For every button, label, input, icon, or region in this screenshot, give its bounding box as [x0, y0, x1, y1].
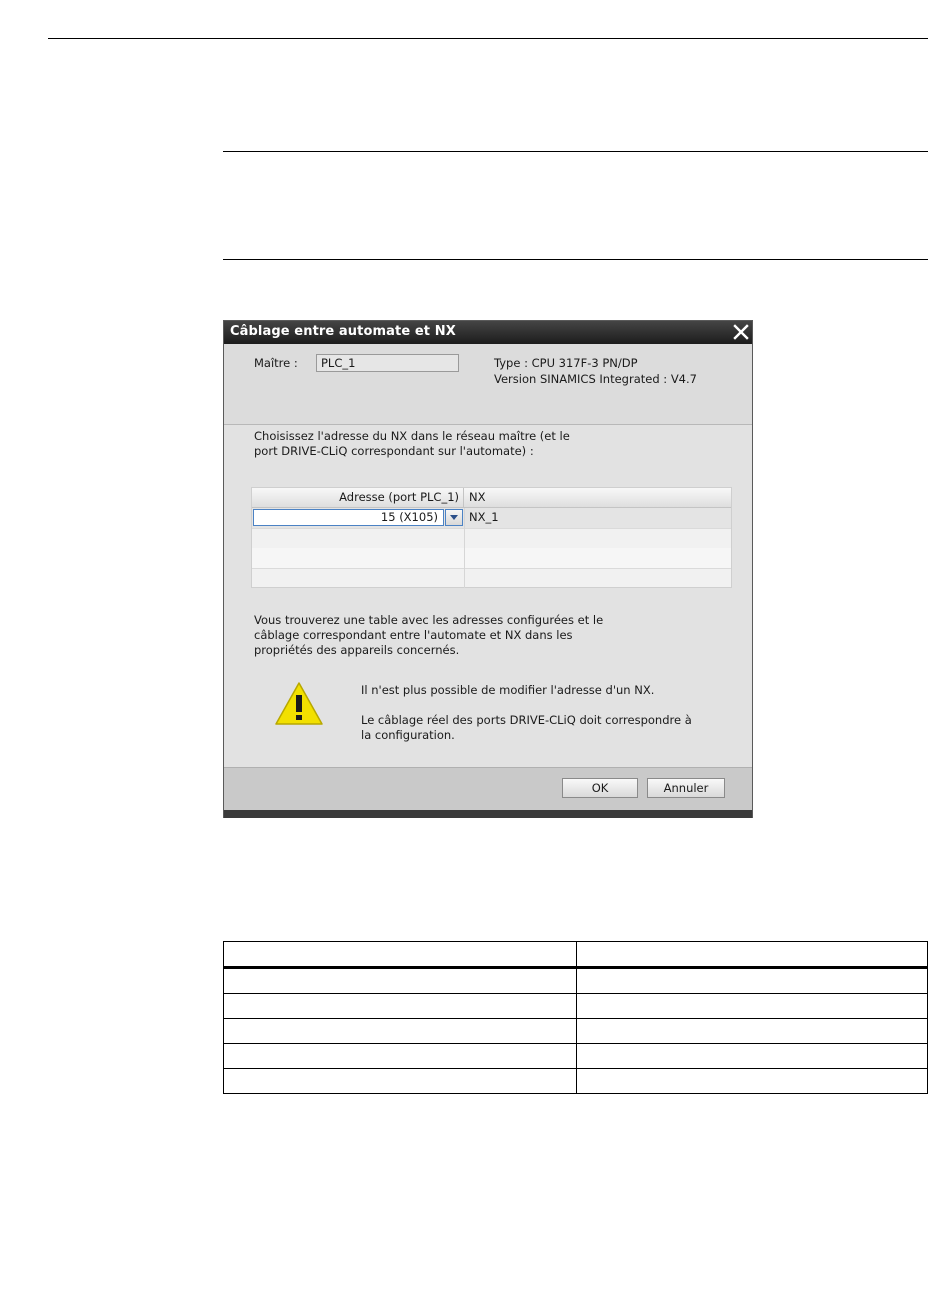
address-dropdown-button[interactable]	[445, 509, 463, 526]
table-header: Adresse (port PLC_1) NX	[252, 488, 731, 508]
note-rule-bottom	[223, 259, 928, 260]
close-icon[interactable]	[732, 323, 750, 341]
warning-icon	[275, 682, 323, 725]
table-row	[223, 993, 928, 1019]
table-row[interactable]: 15 (X105) NX_1	[252, 508, 731, 529]
table-row-empty	[252, 548, 731, 569]
info-note: Vous trouverez une table avec les adress…	[254, 613, 604, 657]
table-row	[223, 1043, 928, 1069]
warning-text-1: Il n'est plus possible de modifier l'adr…	[361, 683, 655, 697]
column-header-nx: NX	[469, 490, 486, 504]
dialog-body: Choisissez l'adresse du NX dans le résea…	[224, 425, 752, 767]
button-bar: OK Annuler	[224, 767, 752, 811]
table-row-empty	[252, 528, 731, 549]
ok-button[interactable]: OK	[562, 778, 638, 798]
chevron-down-icon	[450, 515, 458, 520]
table-row	[223, 1068, 928, 1094]
device-info-panel: Maître : PLC_1 Type : CPU 317F-3 PN/DP V…	[224, 344, 752, 425]
table-row	[223, 967, 928, 994]
dialog-titlebar: Câblage entre automate et NX	[224, 321, 752, 344]
dialog-title: Câblage entre automate et NX	[230, 324, 456, 339]
nx-name-cell: NX_1	[469, 510, 499, 524]
blank-table	[223, 941, 928, 1094]
device-type: Type : CPU 317F-3 PN/DP	[494, 356, 638, 370]
table-row	[223, 941, 928, 969]
warning-text-2: Le câblage réel des ports DRIVE-CLiQ doi…	[361, 713, 692, 742]
instruction-text: Choisissez l'adresse du NX dans le résea…	[254, 429, 570, 458]
device-version: Version SINAMICS Integrated : V4.7	[494, 372, 697, 386]
address-table: Adresse (port PLC_1) NX 15 (X105) NX_1	[251, 487, 732, 588]
cancel-button[interactable]: Annuler	[647, 778, 725, 798]
column-header-address: Adresse (port PLC_1)	[252, 488, 464, 507]
master-field: PLC_1	[316, 354, 459, 372]
master-label: Maître :	[254, 356, 298, 370]
address-select[interactable]: 15 (X105)	[253, 509, 444, 526]
top-rule	[48, 38, 928, 39]
dialog-bottom-edge	[224, 810, 752, 818]
note-rule-top	[223, 151, 928, 152]
table-row	[223, 1018, 928, 1044]
table-row-empty	[252, 568, 731, 588]
address-cell-container: 15 (X105)	[252, 508, 465, 528]
wiring-dialog: Câblage entre automate et NX Maître : PL…	[223, 320, 753, 818]
